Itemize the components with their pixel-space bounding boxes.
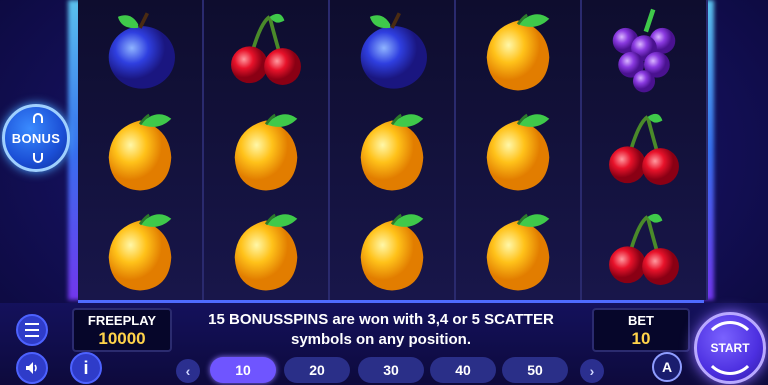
reel-4: [456, 0, 582, 300]
bonus-button[interactable]: BONUS: [2, 104, 70, 172]
info-message: 15 BONUSSPINS are won with 3,4 or 5 SCAT…: [176, 310, 586, 350]
dollar-sign-icon-bottom: [33, 153, 43, 163]
chevron-right-icon: ›: [589, 363, 595, 379]
menu-button[interactable]: [16, 314, 48, 346]
bet-prev-button[interactable]: ‹: [176, 359, 200, 383]
reel-2: [204, 0, 330, 300]
autoplay-icon: A: [661, 359, 673, 375]
bet-option-50[interactable]: 50: [502, 357, 568, 383]
bonus-button-label: BONUS: [11, 130, 61, 146]
cherry-symbol: [582, 100, 706, 200]
info-icon: i: [83, 357, 89, 378]
lemon-symbol: [204, 100, 328, 200]
info-button[interactable]: i: [70, 352, 102, 384]
autoplay-button[interactable]: A: [652, 352, 682, 382]
reel-grid: [78, 0, 708, 303]
reel-3: [330, 0, 456, 300]
bet-label: BET: [628, 313, 654, 328]
sound-button[interactable]: [16, 352, 48, 384]
reel-5: [582, 0, 708, 300]
speaker-icon: [26, 362, 37, 374]
lemon-symbol: [78, 200, 202, 300]
bet-option-10[interactable]: 10: [210, 357, 276, 383]
grapes-symbol: [582, 0, 706, 100]
spin-arrows-icon: [703, 321, 757, 375]
info-message-line1: 15 BONUSSPINS are won with 3,4 or 5 SCAT…: [208, 311, 554, 328]
lemon-symbol: [330, 100, 454, 200]
lemon-symbol: [204, 200, 328, 300]
bet-option-40[interactable]: 40: [430, 357, 496, 383]
reel-1: [78, 0, 204, 300]
lemon-symbol: [330, 200, 454, 300]
freeplay-value: 10000: [98, 329, 146, 348]
lemon-symbol: [456, 200, 580, 300]
chevron-left-icon: ‹: [185, 363, 191, 379]
plum-symbol: [330, 0, 454, 100]
lemon-symbol: [456, 100, 580, 200]
menu-icon: [25, 323, 39, 337]
lemon-symbol: [456, 0, 580, 100]
bet-next-button[interactable]: ›: [580, 359, 604, 383]
start-button[interactable]: START: [694, 312, 766, 384]
bet-option-20[interactable]: 20: [284, 357, 350, 383]
freeplay-display: FREEPLAY 10000: [72, 308, 172, 352]
lemon-symbol: [78, 100, 202, 200]
info-message-line2: symbols on any position.: [290, 331, 472, 348]
dollar-sign-icon: [33, 113, 43, 123]
bet-option-30[interactable]: 30: [358, 357, 424, 383]
plum-symbol: [78, 0, 202, 100]
bet-display: BET 10: [592, 308, 690, 352]
cherry-symbol: [582, 200, 706, 300]
freeplay-label: FREEPLAY: [87, 313, 157, 328]
bet-value: 10: [631, 329, 651, 348]
cherry-symbol: [204, 0, 328, 100]
